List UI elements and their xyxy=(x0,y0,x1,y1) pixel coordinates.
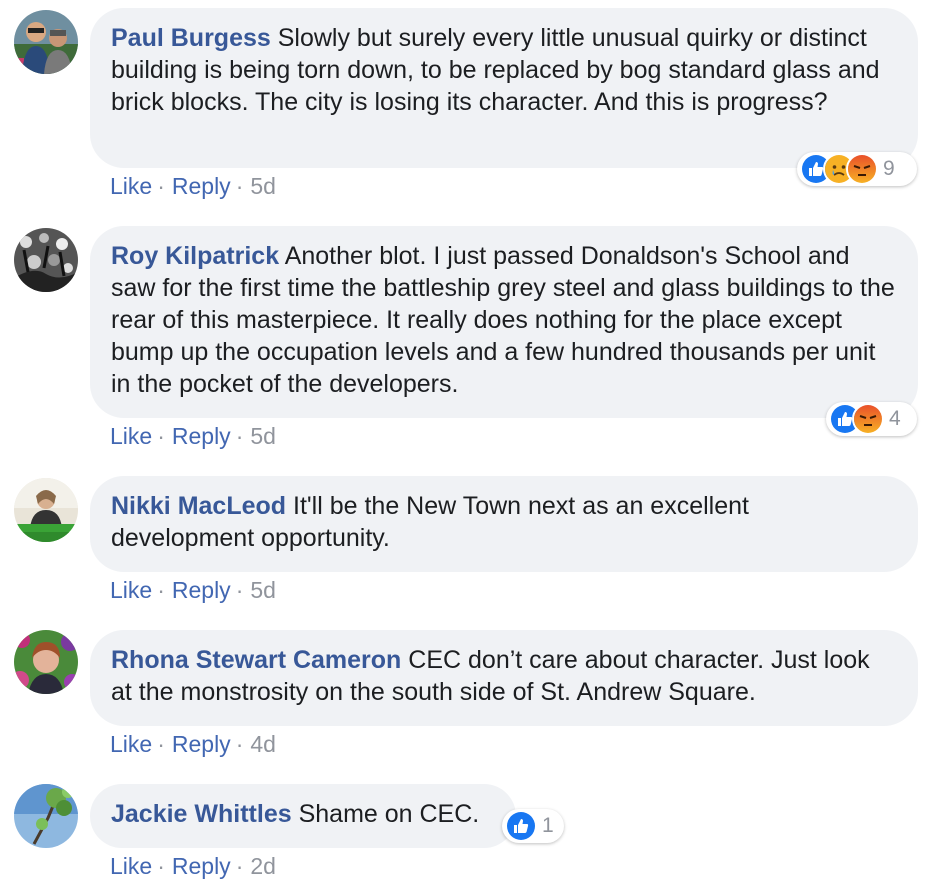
avatar-nikki-macleod[interactable] xyxy=(14,478,78,542)
like-link[interactable]: Like xyxy=(110,853,152,879)
comment-author[interactable]: Jackie Whittles xyxy=(111,800,292,828)
comment-author[interactable]: Rhona Stewart Cameron xyxy=(111,646,401,674)
comment-actions: Like · Reply · 2d xyxy=(110,852,276,880)
comment-timestamp[interactable]: 5d xyxy=(250,173,276,199)
reply-link[interactable]: Reply xyxy=(172,731,231,757)
like-link[interactable]: Like xyxy=(110,173,152,199)
separator-dot: · xyxy=(235,853,244,879)
reply-link[interactable]: Reply xyxy=(172,577,231,603)
avatar-rhona-stewart-cameron[interactable] xyxy=(14,630,78,694)
comment-author[interactable]: Nikki MacLeod xyxy=(111,492,286,520)
reaction-count: 1 xyxy=(542,814,554,837)
separator-dot: · xyxy=(235,577,244,603)
reaction-summary[interactable]: 1 xyxy=(502,809,564,843)
comment-bubble: Rhona Stewart Cameron CEC don’t care abo… xyxy=(90,630,918,726)
like-icon xyxy=(505,810,537,842)
separator-dot: · xyxy=(157,731,165,757)
avatar-paul-burgess[interactable] xyxy=(14,10,78,74)
comment-author[interactable]: Roy Kilpatrick xyxy=(111,242,279,270)
reply-link[interactable]: Reply xyxy=(172,173,231,199)
separator-dot: · xyxy=(235,173,244,199)
avatar-jackie-whittles[interactable] xyxy=(14,784,78,848)
reply-link[interactable]: Reply xyxy=(172,423,231,449)
separator-dot: · xyxy=(157,853,165,879)
reaction-count: 4 xyxy=(889,407,901,430)
separator-dot: · xyxy=(157,173,165,199)
reply-link[interactable]: Reply xyxy=(172,853,231,879)
like-link[interactable]: Like xyxy=(110,577,152,603)
reaction-count: 9 xyxy=(883,157,895,180)
comment-bubble: Jackie Whittles Shame on CEC. xyxy=(90,784,516,848)
comment-actions: Like · Reply · 4d xyxy=(110,730,276,758)
comment-bubble: Paul Burgess Slowly but surely every lit… xyxy=(90,8,918,168)
comment-timestamp[interactable]: 4d xyxy=(250,731,276,757)
like-link[interactable]: Like xyxy=(110,423,152,449)
comment-timestamp[interactable]: 5d xyxy=(250,423,276,449)
angry-icon xyxy=(846,153,878,185)
comment-actions: Like · Reply · 5d xyxy=(110,576,276,604)
separator-dot: · xyxy=(157,577,165,603)
comment-bubble: Roy Kilpatrick Another blot. I just pass… xyxy=(90,226,918,418)
comment-timestamp[interactable]: 5d xyxy=(250,577,276,603)
reaction-summary[interactable]: 4 xyxy=(826,402,917,436)
angry-icon xyxy=(852,403,884,435)
comment-actions: Like · Reply · 5d xyxy=(110,172,276,200)
comment-bubble: Nikki MacLeod It'll be the New Town next… xyxy=(90,476,918,572)
comment-actions: Like · Reply · 5d xyxy=(110,422,276,450)
comment-timestamp[interactable]: 2d xyxy=(250,853,276,879)
separator-dot: · xyxy=(235,423,244,449)
reaction-summary[interactable]: 9 xyxy=(797,152,917,186)
separator-dot: · xyxy=(157,423,165,449)
comment-author[interactable]: Paul Burgess xyxy=(111,24,271,52)
comment-text: Shame on CEC. xyxy=(298,800,480,828)
like-link[interactable]: Like xyxy=(110,731,152,757)
separator-dot: · xyxy=(235,731,244,757)
avatar-roy-kilpatrick[interactable] xyxy=(14,228,78,292)
